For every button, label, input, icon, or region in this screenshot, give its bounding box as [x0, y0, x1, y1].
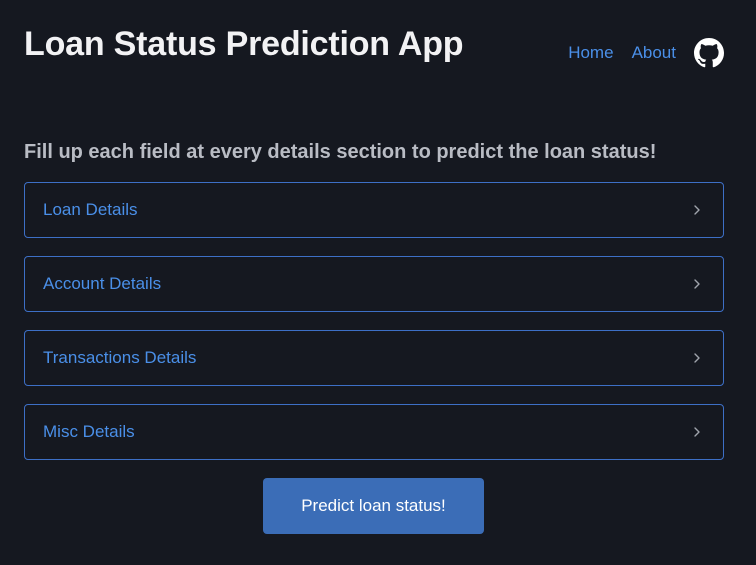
- top-nav: Home About: [568, 38, 724, 68]
- instructions-text: Fill up each field at every details sect…: [24, 141, 657, 163]
- nav-home-link[interactable]: Home: [568, 38, 613, 68]
- github-link[interactable]: [694, 38, 724, 68]
- section-misc-details[interactable]: Misc Details: [24, 404, 724, 460]
- section-label: Transactions Details: [43, 348, 197, 367]
- github-icon: [694, 38, 724, 68]
- section-loan-details[interactable]: Loan Details: [24, 182, 724, 238]
- section-label: Loan Details: [43, 200, 138, 219]
- app-title: Loan Status Prediction App: [24, 25, 464, 63]
- chevron-right-icon: [691, 352, 703, 364]
- chevron-right-icon: [691, 278, 703, 290]
- nav-about-link[interactable]: About: [632, 38, 676, 68]
- chevron-right-icon: [691, 426, 703, 438]
- details-sections: Loan Details Account Details Transaction…: [24, 182, 724, 478]
- section-label: Account Details: [43, 274, 162, 293]
- section-label: Misc Details: [43, 422, 135, 441]
- section-account-details[interactable]: Account Details: [24, 256, 724, 312]
- predict-button[interactable]: Predict loan status!: [263, 478, 484, 534]
- section-transactions-details[interactable]: Transactions Details: [24, 330, 724, 386]
- chevron-right-icon: [691, 204, 703, 216]
